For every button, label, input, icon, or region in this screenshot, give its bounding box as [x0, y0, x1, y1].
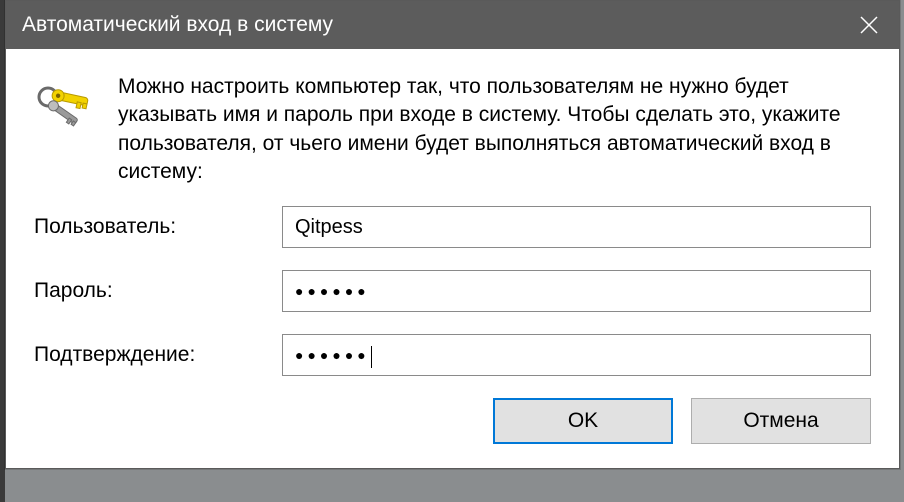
description-text: Можно настроить компьютер так, что польз… [118, 73, 871, 186]
keys-icon [34, 77, 98, 131]
window-title: Автоматический вход в систему [22, 13, 333, 37]
auto-login-dialog: Автоматический вход в систему [5, 0, 900, 469]
user-label: Пользователь: [34, 215, 282, 239]
titlebar[interactable]: Автоматический вход в систему [6, 1, 899, 49]
confirm-dots: ●●●●●● [295, 347, 370, 363]
password-input[interactable]: ●●●●●● [282, 270, 871, 312]
password-label: Пароль: [34, 279, 282, 303]
ok-button[interactable]: OK [493, 398, 673, 444]
user-input[interactable] [282, 206, 871, 248]
confirm-input[interactable]: ●●●●●● [282, 334, 871, 376]
dialog-body: Можно настроить компьютер так, что польз… [6, 49, 899, 468]
cancel-button[interactable]: Отмена [691, 398, 871, 444]
text-caret [371, 346, 372, 368]
confirm-label: Подтверждение: [34, 343, 282, 367]
close-button[interactable] [839, 1, 899, 49]
user-row: Пользователь: [34, 206, 871, 248]
password-row: Пароль: ●●●●●● [34, 270, 871, 312]
confirm-row: Подтверждение: ●●●●●● [34, 334, 871, 376]
close-icon [860, 16, 878, 34]
intro-row: Можно настроить компьютер так, что польз… [34, 73, 871, 186]
button-row: OK Отмена [34, 398, 871, 444]
password-dots: ●●●●●● [295, 283, 370, 299]
